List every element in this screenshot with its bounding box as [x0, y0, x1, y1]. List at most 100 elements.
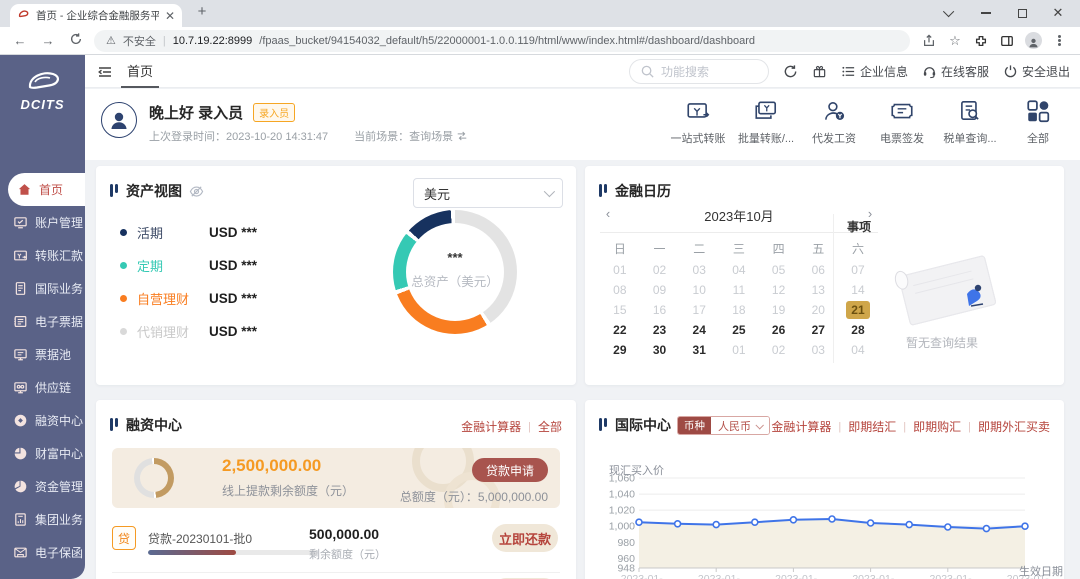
quick-action-one-stop-transfer[interactable]: 一站式转账 [664, 98, 732, 146]
quick-action-label: 电票签发 [880, 130, 924, 146]
share-icon[interactable] [918, 30, 940, 52]
sidebar-item-guarantee[interactable]: 电子保函 [0, 536, 85, 569]
extensions-icon[interactable] [970, 30, 992, 52]
sidebar-item-account[interactable]: 账户管理 [0, 206, 85, 239]
scene-switch-icon[interactable] [456, 130, 468, 142]
sidebar-item-supplychain[interactable]: 供应链 [0, 371, 85, 404]
link-calculator[interactable]: 金融计算器 [461, 418, 521, 435]
bookmark-star-icon[interactable]: ☆ [944, 30, 966, 52]
profile-avatar[interactable] [1022, 30, 1044, 52]
calendar-day[interactable]: 17 [679, 300, 719, 320]
calendar-day[interactable]: 14 [838, 280, 878, 300]
calendar-day[interactable]: 04 [719, 260, 759, 280]
menu-company-info[interactable]: 企业信息 [841, 63, 908, 80]
calendar-day[interactable]: 11 [719, 280, 759, 300]
calendar-day[interactable]: 23 [640, 320, 680, 340]
calendar-day[interactable]: 01 [600, 260, 640, 280]
window-menu-icon[interactable] [932, 0, 968, 26]
menu-online-service[interactable]: 在线客服 [922, 63, 989, 80]
chevron-down-icon [544, 186, 555, 197]
calendar-day[interactable]: 02 [759, 340, 799, 360]
side-panel-icon[interactable] [996, 30, 1018, 52]
calendar-day[interactable]: 02 [640, 260, 680, 280]
loan-apply-button[interactable]: 贷款申请 [472, 458, 548, 482]
calendar-day[interactable]: 09 [640, 280, 680, 300]
sidebar-item-label: 财富中心 [35, 445, 83, 462]
calendar-day[interactable]: 21 [838, 300, 878, 320]
sidebar-item-transfer[interactable]: 转账汇款 [0, 239, 85, 272]
sidebar-item-billpool[interactable]: 票据池 [0, 338, 85, 371]
calendar-day[interactable]: 01 [719, 340, 759, 360]
link-spot-purchase[interactable]: 即期购汇 [913, 418, 961, 435]
reload-icon[interactable] [66, 32, 86, 49]
search-input[interactable] [661, 65, 751, 79]
calendar-day[interactable]: 31 [679, 340, 719, 360]
menu-collapse-icon[interactable] [97, 64, 113, 80]
legend-row: 活期 USD *** [120, 222, 257, 242]
address-field[interactable]: ⚠ 不安全 | 10.7.19.22:8999/fpaas_bucket/941… [94, 30, 910, 52]
calendar-day[interactable]: 26 [759, 320, 799, 340]
link-all[interactable]: 全部 [538, 418, 562, 435]
repay-now-button[interactable]: 立即还款 [492, 524, 558, 552]
quick-action-label: 一站式转账 [671, 130, 726, 146]
calendar-day[interactable]: 22 [600, 320, 640, 340]
quick-action-tax-query[interactable]: 税单查询... [936, 98, 1004, 146]
link-calculator[interactable]: 金融计算器 [771, 418, 831, 435]
calendar-day[interactable]: 16 [640, 300, 680, 320]
eye-off-icon[interactable] [189, 184, 204, 199]
tab-home[interactable]: 首页 [127, 55, 153, 88]
remaining-quota-amount: 2,500,000.00 [222, 456, 321, 476]
sidebar-item-ebill[interactable]: 电子票据 [0, 305, 85, 338]
sidebar-item-financing[interactable]: 融资中心 [0, 404, 85, 437]
international-center-card: 国际中心 币种 人民币 金融计算器|即期结汇|即期购汇|即期外汇买卖 现汇买入价… [585, 400, 1064, 579]
all-apps-icon [1025, 98, 1051, 124]
calendar-day[interactable]: 12 [759, 280, 799, 300]
currency-type-control: 币种 人民币 [677, 416, 770, 435]
link-spot-settlement[interactable]: 即期结汇 [848, 418, 896, 435]
new-tab-button[interactable]: + [192, 3, 212, 20]
calendar-day[interactable]: 08 [600, 280, 640, 300]
quick-action-all-apps[interactable]: 全部 [1004, 98, 1072, 146]
sidebar-item-home[interactable]: 首页 [8, 173, 85, 206]
browser-menu-icon[interactable] [1048, 30, 1070, 52]
currency-type-select[interactable]: 人民币 [711, 417, 769, 434]
forward-icon[interactable]: → [38, 33, 58, 48]
calendar-day[interactable]: 24 [679, 320, 719, 340]
financing-center-card: 融资中心 金融计算器|全部 2,500,000.00 线上提款剩余额度（元） 贷… [96, 400, 576, 579]
svg-text:2023-01-…: 2023-01-… [698, 573, 751, 579]
calendar-day[interactable]: 19 [759, 300, 799, 320]
calendar-day[interactable]: 30 [640, 340, 680, 360]
back-icon[interactable]: ← [10, 33, 30, 48]
sidebar-item-label: 国际业务 [35, 280, 83, 297]
window-maximize-icon[interactable] [1004, 0, 1040, 26]
quick-action-ebill-issue[interactable]: 电票签发 [868, 98, 936, 146]
tab-close-icon[interactable]: ✕ [165, 9, 175, 23]
calendar-day[interactable]: 03 [679, 260, 719, 280]
calendar-day[interactable]: 05 [759, 260, 799, 280]
currency-select[interactable]: 美元 [413, 178, 563, 208]
window-close-icon[interactable]: ✕ [1040, 0, 1076, 26]
svg-text:2023-01-…: 2023-01-… [852, 573, 905, 579]
sidebar-item-international[interactable]: 国际业务 [0, 272, 85, 305]
refresh-icon[interactable] [783, 64, 798, 79]
gift-icon[interactable] [812, 64, 827, 79]
window-minimize-icon[interactable] [968, 0, 1004, 26]
calendar-day[interactable]: 10 [679, 280, 719, 300]
calendar-day[interactable]: 29 [600, 340, 640, 360]
quick-action-payroll[interactable]: 代发工资 [800, 98, 868, 146]
calendar-day[interactable]: 07 [838, 260, 878, 280]
sidebar-item-wealth[interactable]: 财富中心 [0, 437, 85, 470]
menu-safe-logout[interactable]: 安全退出 [1003, 63, 1070, 80]
sidebar-item-funds[interactable]: 资金管理 [0, 470, 85, 503]
link-spot-fx-trade[interactable]: 即期外汇买卖 [978, 418, 1050, 435]
quick-actions: 一站式转账 批量转账/... 代发工资 电票签发 税单查询... 全部 [664, 98, 1072, 146]
function-search[interactable] [629, 59, 769, 84]
calendar-day[interactable]: 18 [719, 300, 759, 320]
sidebar-item-group[interactable]: 集团业务 [0, 503, 85, 536]
calendar-day[interactable]: 15 [600, 300, 640, 320]
calendar-day[interactable]: 25 [719, 320, 759, 340]
user-avatar[interactable] [101, 102, 137, 138]
browser-tab[interactable]: 首页 - 企业综合金融服务平台 ✕ [10, 4, 182, 27]
quick-action-batch-transfer[interactable]: 批量转账/... [732, 98, 800, 146]
tax-query-icon [957, 98, 983, 124]
